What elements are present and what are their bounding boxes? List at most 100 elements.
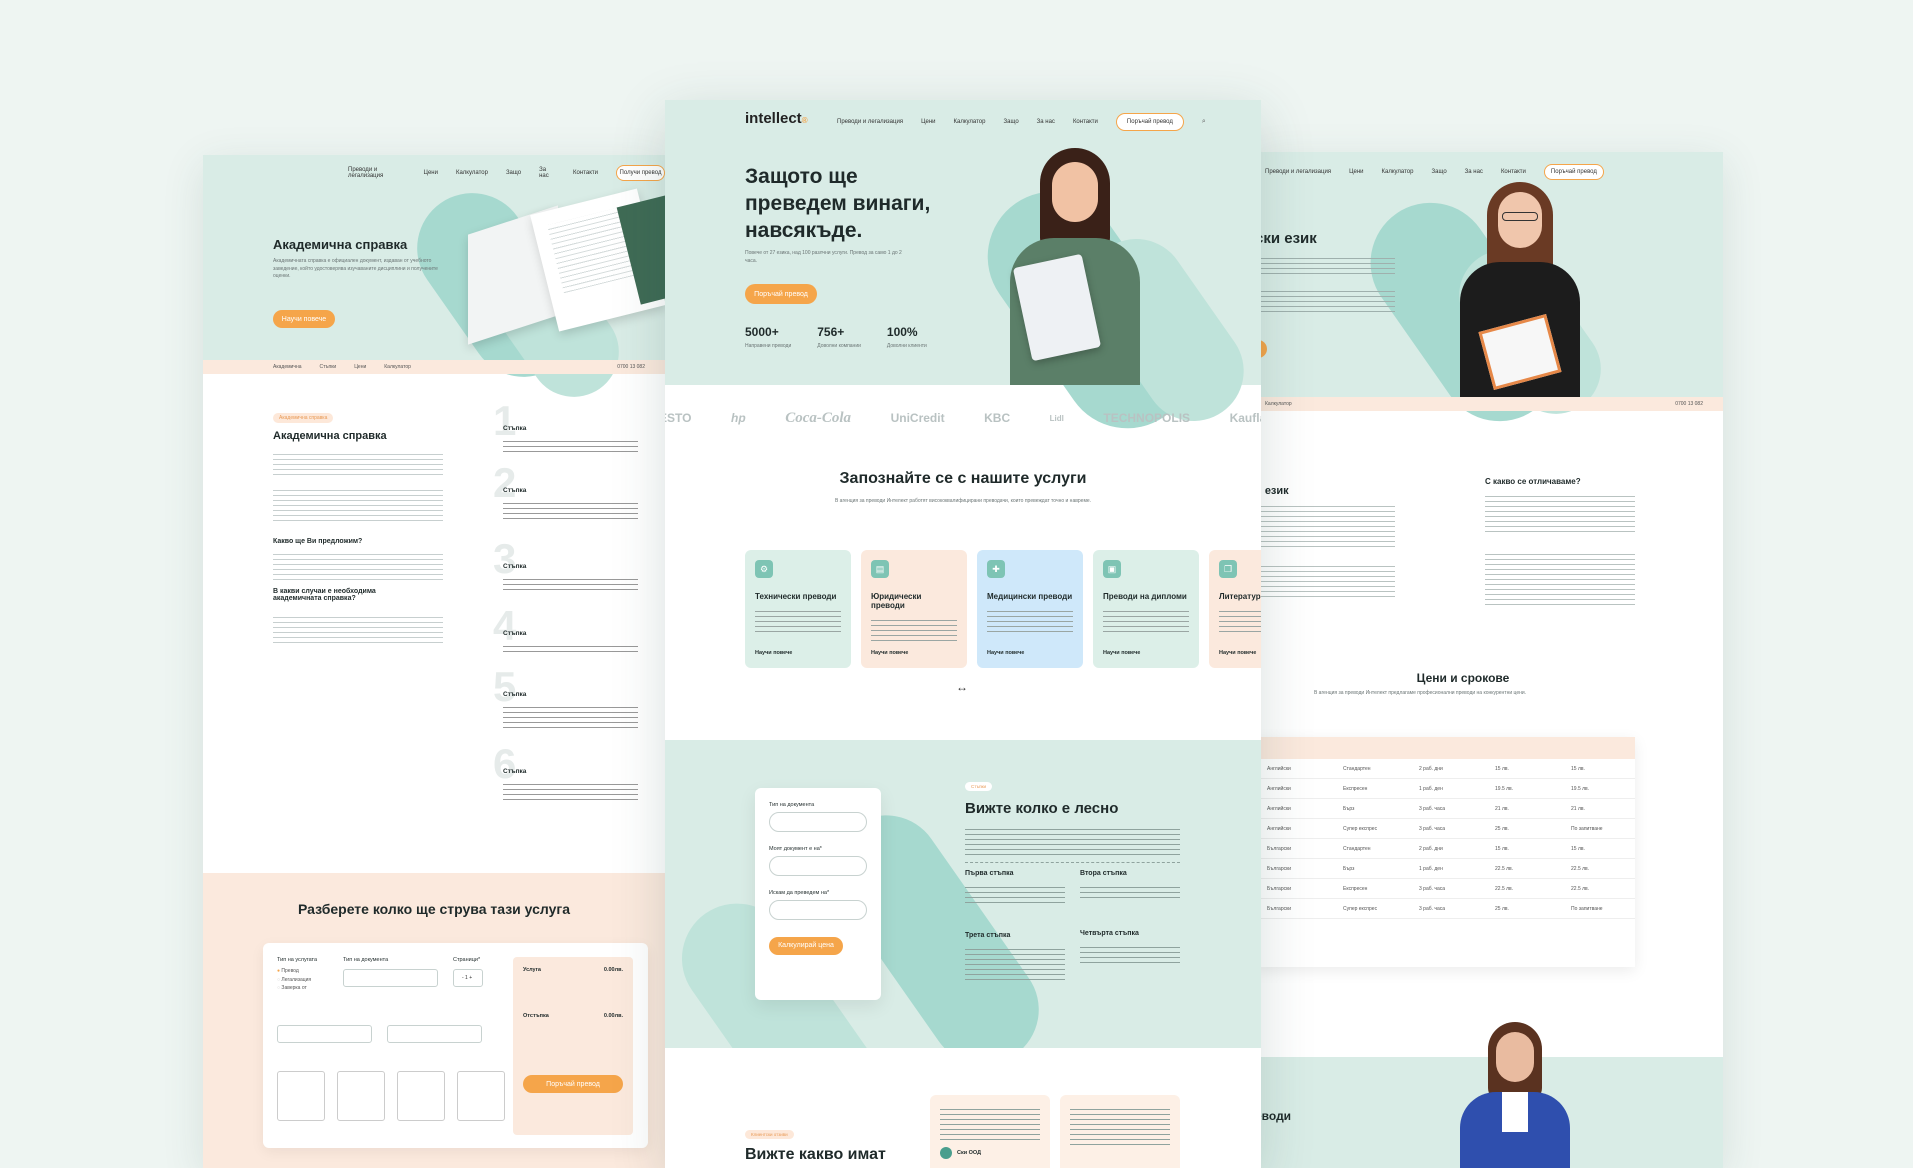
calc-pages-stepper[interactable]: - 1 + <box>453 969 483 987</box>
right-subnav-item[interactable]: Калкулатор <box>1265 401 1292 407</box>
client-logo: Lidl <box>1049 413 1064 423</box>
center-nav-item[interactable]: Калкулатор <box>954 119 986 125</box>
table-cell: Стандартен <box>1343 765 1371 772</box>
calc-order-button[interactable]: Поръчай превод <box>523 1075 623 1093</box>
right-nav-item[interactable]: Контакти <box>1501 169 1526 175</box>
stat-item: 5000+ Направени преводи <box>745 325 791 351</box>
stat-value: 5000+ <box>745 325 779 339</box>
calc-lang-from[interactable] <box>277 1025 372 1043</box>
service-card[interactable]: ✚ Медицински преводи Научи повече <box>977 550 1083 668</box>
left-badge: Академична справка <box>273 413 334 423</box>
step-item: 2 Стъпка <box>493 459 643 527</box>
form-select-doc[interactable] <box>769 812 867 832</box>
left-hero-button[interactable]: Научи повече <box>273 310 335 328</box>
radio-option[interactable]: ● Превод <box>277 967 311 976</box>
easy-step-title: Трета стъпка <box>965 932 1011 939</box>
left-page-preview: Преводи и легализация Цени Калкулатор За… <box>203 155 665 1168</box>
center-nav-item[interactable]: Защо <box>1003 119 1018 125</box>
stat-value: 756+ <box>817 325 845 339</box>
left-nav-item[interactable]: Контакти <box>573 170 598 176</box>
table-cell: Супер експрес <box>1343 825 1378 832</box>
form-calc-button[interactable]: Калкулирай цена <box>769 936 843 955</box>
form-select-from[interactable] <box>769 856 867 876</box>
service-card-link[interactable]: Научи повече <box>871 650 908 656</box>
right-subnav-phone[interactable]: 0700 13 082 <box>1675 401 1703 407</box>
scroll-arrows-icon[interactable]: ↔ <box>956 680 968 694</box>
left-subnav-phone[interactable]: 0700 13 082 <box>617 364 645 370</box>
left-nav-cta-button[interactable]: Получи превод <box>616 165 665 181</box>
left-subnav-item[interactable]: Стъпки <box>320 364 337 370</box>
step-item: 3 Стъпка <box>493 535 643 603</box>
left-nav-item[interactable]: Преводи и легализация <box>348 167 406 179</box>
table-cell: Английски <box>1267 805 1291 812</box>
left-nav-item[interactable]: Калкулатор <box>456 170 488 176</box>
center-hero-title: Защото ще преведем винаги, навсякъде. <box>745 164 930 245</box>
center-nav-item[interactable]: Контакти <box>1073 119 1098 125</box>
left-section-title: Академична справка <box>273 430 387 442</box>
calc-doc-select[interactable] <box>343 969 438 987</box>
left-nav-item[interactable]: Цени <box>424 170 438 176</box>
service-card-link[interactable]: Научи повече <box>1219 650 1256 656</box>
calc-doc-label: Тип на документа <box>343 957 389 963</box>
hero-title-line: навсякъде. <box>745 218 863 242</box>
left-question-2: В какви случаи е необходима академичната… <box>273 588 376 602</box>
service-card-title: Медицински преводи <box>987 592 1073 601</box>
center-nav-item[interactable]: За нас <box>1037 119 1055 125</box>
prices-table-body: Английски Стандартен 2 раб. дни 15 лв. 15 лв… <box>1255 759 1635 919</box>
client-logo: ESTO <box>665 411 692 425</box>
right-nav-item[interactable]: Цени <box>1349 169 1363 175</box>
service-card-link[interactable]: Научи повече <box>987 650 1024 656</box>
client-logo: TECHNOPOLIS <box>1103 411 1191 425</box>
calc-summary: Услуга 0.00лв. Отстъпка 0.00лв. Поръчай … <box>513 957 633 1135</box>
calc-lang-to[interactable] <box>387 1025 482 1043</box>
table-cell: 15 лв. <box>1495 765 1509 772</box>
right-nav-item[interactable]: Преводи и легализация <box>1265 169 1331 175</box>
client-logo: KBC <box>984 411 1011 425</box>
left-subnav-item[interactable]: Калкулатор <box>384 364 411 370</box>
user-avatar-icon <box>940 1147 952 1159</box>
right-question-title: С какво се отличаваме? <box>1485 477 1581 486</box>
center-nav-item[interactable]: Цени <box>921 119 935 125</box>
center-nav-cta-button[interactable]: Поръчай превод <box>1115 113 1184 131</box>
left-subnav-item[interactable]: Цени <box>354 364 366 370</box>
left-nav-item[interactable]: За нас <box>539 167 555 179</box>
center-hero-button[interactable]: Поръчай превод <box>745 284 817 304</box>
reviews-title: Вижте какво имат <box>745 1146 886 1163</box>
table-cell: 3 раб. часа <box>1419 905 1446 912</box>
left-subnav: Академична Стъпки Цени Калкулатор 0700 1… <box>203 360 665 374</box>
service-card[interactable]: ⚙ Технически преводи Научи повече <box>745 550 851 668</box>
table-cell: 22.5 лв. <box>1571 885 1590 892</box>
stat-label: Направени преводи <box>745 343 792 349</box>
prices-text: В агенция за преводи Интелект предлагаме… <box>1313 690 1527 696</box>
prices-table-header <box>1255 737 1635 759</box>
how-easy-title: Вижте колко е лесно <box>965 800 1119 817</box>
radio-option[interactable]: ○ Легализация <box>277 976 311 985</box>
left-nav-item[interactable]: Защо <box>506 170 521 176</box>
service-card-link[interactable]: Научи повече <box>755 650 792 656</box>
table-cell: Български <box>1267 885 1292 892</box>
step-item: 5 Стъпка <box>493 663 643 731</box>
right-hero: Преводи и легализация Цени Калкулатор За… <box>1255 152 1723 445</box>
table-cell: По запитване <box>1571 905 1603 912</box>
step-label: Стъпка <box>503 425 527 432</box>
table-cell: 25 лв. <box>1495 905 1509 912</box>
center-nav-item[interactable]: Преводи и легализация <box>837 119 903 125</box>
left-nav: Преводи и легализация Цени Калкулатор За… <box>348 165 665 181</box>
service-card[interactable]: ▤ Юридически преводи Научи повече <box>861 550 967 668</box>
form-select-to[interactable] <box>769 900 867 920</box>
how-easy-text <box>965 825 1180 855</box>
right-nav-item[interactable]: За нас <box>1465 169 1483 175</box>
service-card[interactable]: ❐ Литературни Научи повече <box>1209 550 1261 668</box>
service-card-link[interactable]: Научи повече <box>1103 650 1140 656</box>
right-nav-item[interactable]: Защо <box>1431 169 1446 175</box>
service-card[interactable]: ▣ Преводи на дипломи Научи повече <box>1093 550 1199 668</box>
right-nav-item[interactable]: Калкулатор <box>1382 169 1414 175</box>
calc-pages-label: Страници* <box>453 957 481 963</box>
left-subnav-item[interactable]: Академична <box>273 364 302 370</box>
radio-option[interactable]: ○ Заверка от <box>277 984 311 993</box>
easy-step-title: Първа стъпка <box>965 870 1014 877</box>
center-logo[interactable]: intellect® <box>745 110 808 127</box>
stat-label: Доволни клиенти <box>886 343 927 349</box>
right-nav-cta-button[interactable]: Поръчай превод <box>1543 164 1604 180</box>
search-icon[interactable]: ⌕ <box>1202 118 1206 126</box>
